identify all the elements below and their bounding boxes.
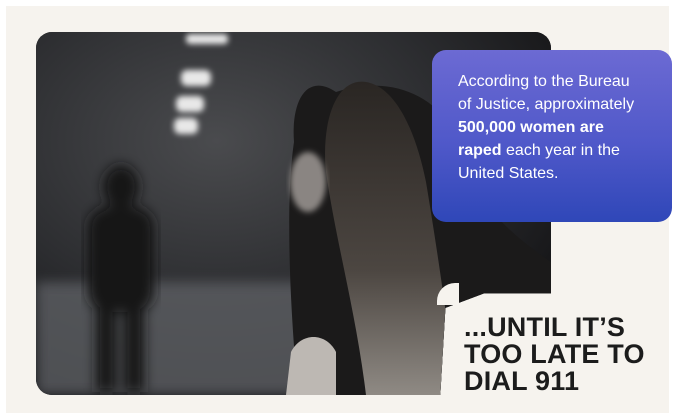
headline-line-3: DIAL 911 — [464, 366, 580, 396]
stat-emphasis: raped — [458, 142, 502, 159]
headline-line-2: TOO LATE TO — [464, 339, 645, 369]
stat-line-4: raped each year in the — [458, 139, 654, 162]
headline: ...UNTIL IT’S TOO LATE TO DIAL 911 — [464, 314, 645, 395]
statistic-box: According to the Bureau of Justice, appr… — [432, 50, 672, 222]
stat-line-2: of Justice, approximately — [458, 96, 635, 113]
stat-line-1: According to the Bureau — [458, 73, 630, 90]
headline-line-1: ...UNTIL IT’S — [464, 312, 626, 342]
stat-line-3: 500,000 women are — [458, 119, 604, 136]
stat-line-4-rest: each year in the — [501, 142, 620, 159]
stat-line-5: United States. — [458, 165, 559, 182]
